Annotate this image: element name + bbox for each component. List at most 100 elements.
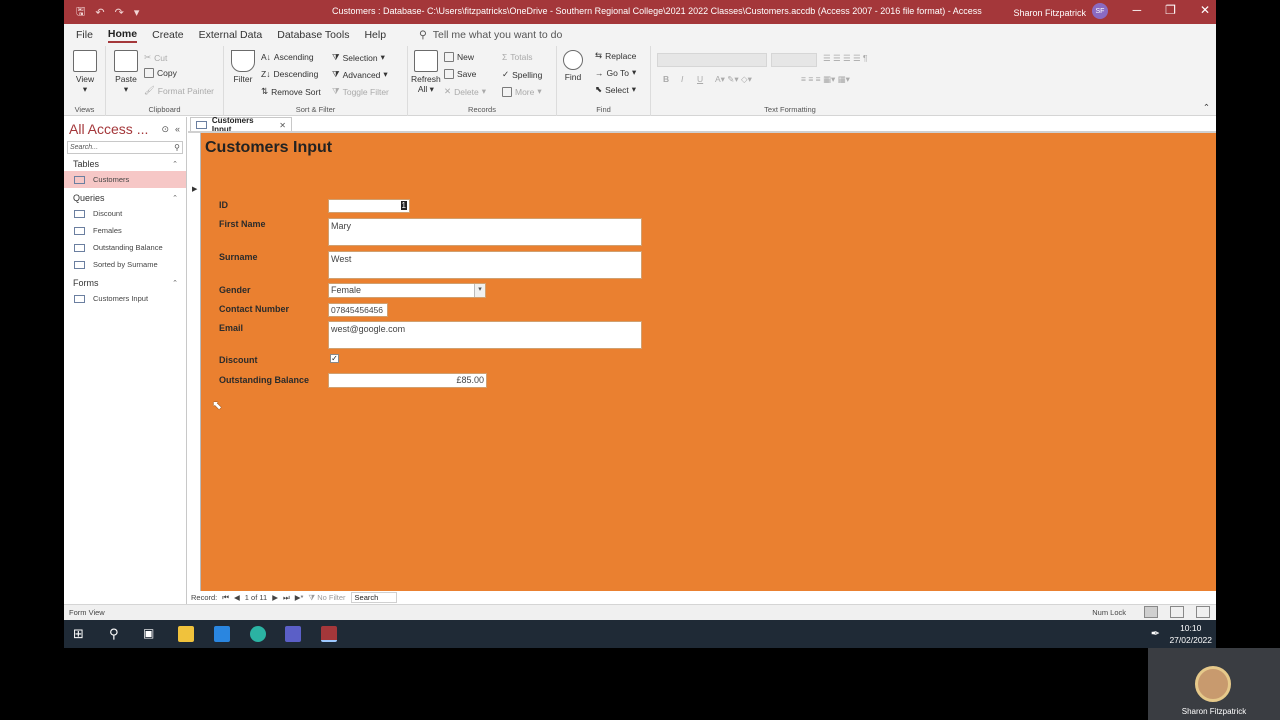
paste-button[interactable]: Paste ▾ <box>114 50 138 95</box>
totals-button[interactable]: Σ Totals <box>502 52 532 62</box>
delete-record-button[interactable]: ✕ Delete ▾ <box>444 86 486 97</box>
design-view-icon[interactable] <box>1196 606 1210 618</box>
pen-icon[interactable]: ✒ <box>1151 627 1160 640</box>
nav-pane-header[interactable]: All Access ... ⊙ « <box>64 117 186 141</box>
nav-menu-icon[interactable]: ⊙ <box>161 124 169 135</box>
file-explorer-icon[interactable] <box>178 626 194 642</box>
windows-start-icon[interactable]: ⊞ <box>73 626 89 642</box>
contact-number-field[interactable]: 07845456456 <box>328 303 388 317</box>
view-mode-label: Form View <box>69 608 105 617</box>
customize-qat-icon[interactable]: ▾ <box>134 6 140 19</box>
document-tab-customers-input[interactable]: Customers Input ✕ <box>190 116 292 134</box>
search-icon[interactable]: ⚲ <box>109 626 125 642</box>
query-icon <box>74 226 85 235</box>
last-record-icon[interactable]: ⏭ <box>283 593 290 603</box>
restore-icon[interactable]: ❐ <box>1165 3 1176 17</box>
nav-category-queries[interactable]: Queries ⌃ <box>64 190 186 205</box>
teams-icon[interactable] <box>285 626 301 642</box>
bold-button[interactable]: B <box>663 74 669 84</box>
edge-icon[interactable] <box>250 626 266 642</box>
filter-button[interactable]: Filter <box>231 50 255 84</box>
cut-button[interactable]: ✂ Cut <box>144 52 167 63</box>
more-button[interactable]: More ▾ <box>502 86 542 97</box>
no-filter-indicator[interactable]: ⧩ No Filter <box>308 593 345 603</box>
nav-pane-title[interactable]: All Access ... <box>69 121 148 137</box>
descending-button[interactable]: Z↓ Descending <box>261 69 318 79</box>
goto-button[interactable]: → Go To ▾ <box>595 67 636 78</box>
gender-combo[interactable]: Female ▾ <box>328 283 486 298</box>
chevron-down-icon[interactable]: ▾ <box>474 284 485 297</box>
new-record-nav-icon[interactable]: ▶* <box>295 593 304 602</box>
select-button[interactable]: ⬉ Select ▾ <box>595 84 636 95</box>
spelling-button[interactable]: ✓ Spelling <box>502 69 542 80</box>
record-search-input[interactable]: Search <box>350 592 398 603</box>
new-record-button[interactable]: New <box>444 52 474 62</box>
nav-search-input[interactable]: Search... ⚲ <box>67 141 183 154</box>
id-field[interactable]: 1 <box>328 199 410 213</box>
store-icon[interactable] <box>214 626 230 642</box>
ascending-button[interactable]: A↓ Ascending <box>261 52 314 62</box>
nav-category-tables[interactable]: Tables ⌃ <box>64 156 186 171</box>
collapse-ribbon-icon[interactable]: ⌃ <box>1203 102 1210 113</box>
discount-checkbox[interactable]: ✓ <box>330 354 339 363</box>
minimize-icon[interactable]: ─ <box>1133 3 1142 17</box>
nav-item-females-query[interactable]: Females <box>64 222 186 239</box>
task-view-icon[interactable]: ▣ <box>143 626 159 642</box>
close-tab-icon[interactable]: ✕ <box>279 121 291 130</box>
previous-record-icon[interactable]: ◀ <box>234 593 240 602</box>
tab-file[interactable]: File <box>76 29 93 41</box>
first-name-field[interactable]: Mary <box>328 218 642 246</box>
user-account[interactable]: Sharon Fitzpatrick SF <box>1013 3 1108 19</box>
font-color-icon[interactable]: A▾ ✎▾ ◇▾ <box>715 74 752 85</box>
tab-help[interactable]: Help <box>364 29 386 41</box>
surname-field[interactable]: West <box>328 251 642 279</box>
remove-sort-button[interactable]: ⇅ Remove Sort <box>261 86 321 97</box>
tab-create[interactable]: Create <box>152 29 184 41</box>
nav-item-customers-table[interactable]: Customers <box>64 171 186 188</box>
next-record-icon[interactable]: ▶ <box>272 593 278 602</box>
tab-database-tools[interactable]: Database Tools <box>277 29 349 41</box>
tell-me-search[interactable]: ⚲ Tell me what you want to do <box>419 29 562 41</box>
first-record-icon[interactable]: ⏮ <box>222 593 229 603</box>
access-app-icon[interactable] <box>321 626 337 642</box>
toggle-filter-button[interactable]: ⧩ Toggle Filter <box>332 86 389 97</box>
record-position-input[interactable]: 1 of 11 <box>245 593 267 602</box>
tab-external-data[interactable]: External Data <box>199 29 263 41</box>
tab-home[interactable]: Home <box>107 28 138 43</box>
refresh-all-button[interactable]: Refresh All ▾ <box>411 50 441 95</box>
nav-item-discount-query[interactable]: Discount <box>64 205 186 222</box>
selection-button[interactable]: ⧩ Selection ▾ <box>332 52 385 63</box>
bullets-icon[interactable]: ☰ ☰ ☰ ☰ ¶ <box>823 53 868 64</box>
font-name-combo[interactable] <box>657 53 767 67</box>
copy-button[interactable]: Copy <box>144 68 177 78</box>
font-size-combo[interactable] <box>771 53 817 67</box>
avatar[interactable]: SF <box>1092 3 1108 19</box>
close-icon[interactable]: ✕ <box>1200 3 1210 17</box>
nav-category-forms[interactable]: Forms ⌃ <box>64 275 186 290</box>
record-selector[interactable]: ▶ <box>188 133 201 591</box>
replace-button[interactable]: ⇆ Replace <box>595 50 636 61</box>
undo-icon[interactable]: ↶ <box>95 6 104 19</box>
italic-button[interactable]: I <box>681 74 683 84</box>
id-value: 1 <box>400 201 407 210</box>
save-record-button[interactable]: Save <box>444 69 476 79</box>
email-field[interactable]: west@google.com <box>328 321 642 349</box>
system-clock[interactable]: 10:10 27/02/2022 <box>1169 622 1212 646</box>
nav-item-customers-input-form[interactable]: Customers Input <box>64 290 186 307</box>
underline-button[interactable]: U <box>697 74 703 84</box>
access-window: 🖫 ↶ ↷ ▾ Customers : Database- C:\Users\f… <box>64 0 1216 620</box>
view-button[interactable]: View ▾ <box>73 50 97 95</box>
nav-item-outstanding-balance-query[interactable]: Outstanding Balance <box>64 239 186 256</box>
find-button[interactable]: Find <box>563 50 583 82</box>
cursor-select-icon: ⬉ <box>595 84 603 94</box>
redo-icon[interactable]: ↷ <box>115 6 124 19</box>
layout-view-icon[interactable] <box>1170 606 1184 618</box>
format-painter-button[interactable]: 🖌 Format Painter <box>144 85 214 96</box>
save-icon[interactable]: 🖫 <box>76 3 85 22</box>
advanced-button[interactable]: ⧩ Advanced ▾ <box>332 69 388 80</box>
align-icon[interactable]: ≡ ≡ ≡ ▦▾ ▦▾ <box>801 74 850 85</box>
outstanding-balance-field[interactable]: £85.00 <box>328 373 487 388</box>
nav-item-sorted-by-surname-query[interactable]: Sorted by Surname <box>64 256 186 273</box>
form-view-icon[interactable] <box>1144 606 1158 618</box>
shutter-bar-icon[interactable]: « <box>175 124 180 135</box>
